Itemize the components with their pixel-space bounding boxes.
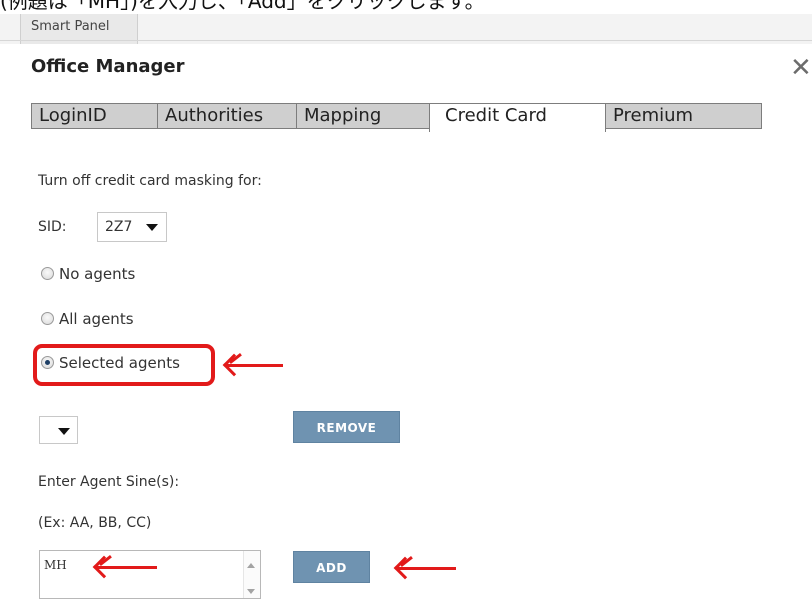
dialog-title: Office Manager: [31, 56, 185, 77]
scroll-up-icon[interactable]: [247, 563, 255, 568]
agent-sine-value: MH: [44, 558, 67, 572]
tab-premium[interactable]: Premium: [605, 103, 762, 129]
chevron-down-icon: [58, 428, 70, 435]
instruction-text: (例題は「MH」)を入力し、「Add」をクリックします。: [0, 0, 485, 13]
masking-intro: Turn off credit card masking for:: [38, 173, 262, 189]
tab-credit-card[interactable]: Credit Card: [429, 103, 606, 132]
close-icon[interactable]: ✕: [790, 55, 812, 81]
tabbar-divider: [0, 40, 812, 41]
smart-panel-tabbar: Smart Panel: [0, 14, 812, 44]
tab-authorities[interactable]: Authorities: [157, 103, 297, 129]
scroll-down-icon[interactable]: [247, 589, 255, 594]
settings-tabs: LoginID Authorities Mapping Credit Card …: [31, 103, 762, 132]
agent-sine-input[interactable]: MH: [39, 550, 261, 599]
sid-label: SID:: [38, 219, 67, 235]
tab-mapping[interactable]: Mapping: [296, 103, 430, 129]
arrow-left-icon: [222, 353, 283, 377]
input-scrollbar[interactable]: [243, 551, 260, 598]
tab-loginid[interactable]: LoginID: [31, 103, 158, 129]
remove-button[interactable]: REMOVE: [293, 411, 400, 443]
sid-value: 2Z7: [105, 219, 133, 235]
add-button[interactable]: ADD: [293, 551, 370, 583]
radio-label: All agents: [59, 310, 134, 328]
arrow-left-icon: [92, 555, 157, 579]
arrow-left-icon: [393, 556, 456, 580]
sid-select[interactable]: 2Z7: [97, 212, 167, 242]
agent-example: (Ex: AA, BB, CC): [38, 515, 152, 531]
radio-label: No agents: [59, 265, 136, 283]
radio-icon[interactable]: [41, 267, 54, 280]
enter-agent-label: Enter Agent Sine(s):: [38, 474, 180, 490]
selected-agents-highlight: [33, 344, 215, 386]
chevron-down-icon: [146, 224, 158, 231]
agent-select[interactable]: [39, 416, 78, 444]
radio-icon[interactable]: [41, 312, 54, 325]
